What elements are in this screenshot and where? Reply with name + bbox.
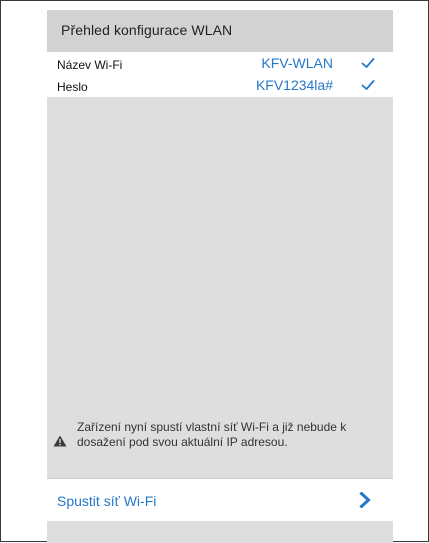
warning-text: Zařízení nyní spustí vlastní síť Wi-Fi a…: [77, 420, 347, 449]
page-header: Přehled konfigurace WLAN: [47, 10, 393, 52]
app-screen: Přehled konfigurace WLAN Název Wi-Fi KFV…: [47, 10, 393, 543]
wifi-name-row[interactable]: Název Wi-Fi KFV-WLAN: [47, 52, 393, 74]
device-frame: Přehled konfigurace WLAN Název Wi-Fi KFV…: [0, 0, 429, 543]
password-value: KFV1234la#: [255, 77, 333, 93]
password-label: Heslo: [57, 80, 88, 94]
warning-notice: Zařízení nyní spustí vlastní síť Wi-Fi a…: [47, 419, 393, 479]
password-row[interactable]: Heslo KFV1234la#: [47, 74, 393, 97]
start-wifi-label: Spustit síť Wi-Fi: [57, 493, 157, 509]
chevron-right-icon: [359, 492, 371, 508]
wifi-name-label: Název Wi-Fi: [57, 58, 123, 72]
warning-icon: [53, 435, 67, 447]
checkmark-icon: [361, 80, 375, 90]
start-wifi-button[interactable]: Spustit síť Wi-Fi: [47, 478, 393, 521]
checkmark-icon: [361, 58, 375, 68]
page-title: Přehled konfigurace WLAN: [61, 22, 233, 38]
wifi-name-value: KFV-WLAN: [261, 55, 333, 71]
